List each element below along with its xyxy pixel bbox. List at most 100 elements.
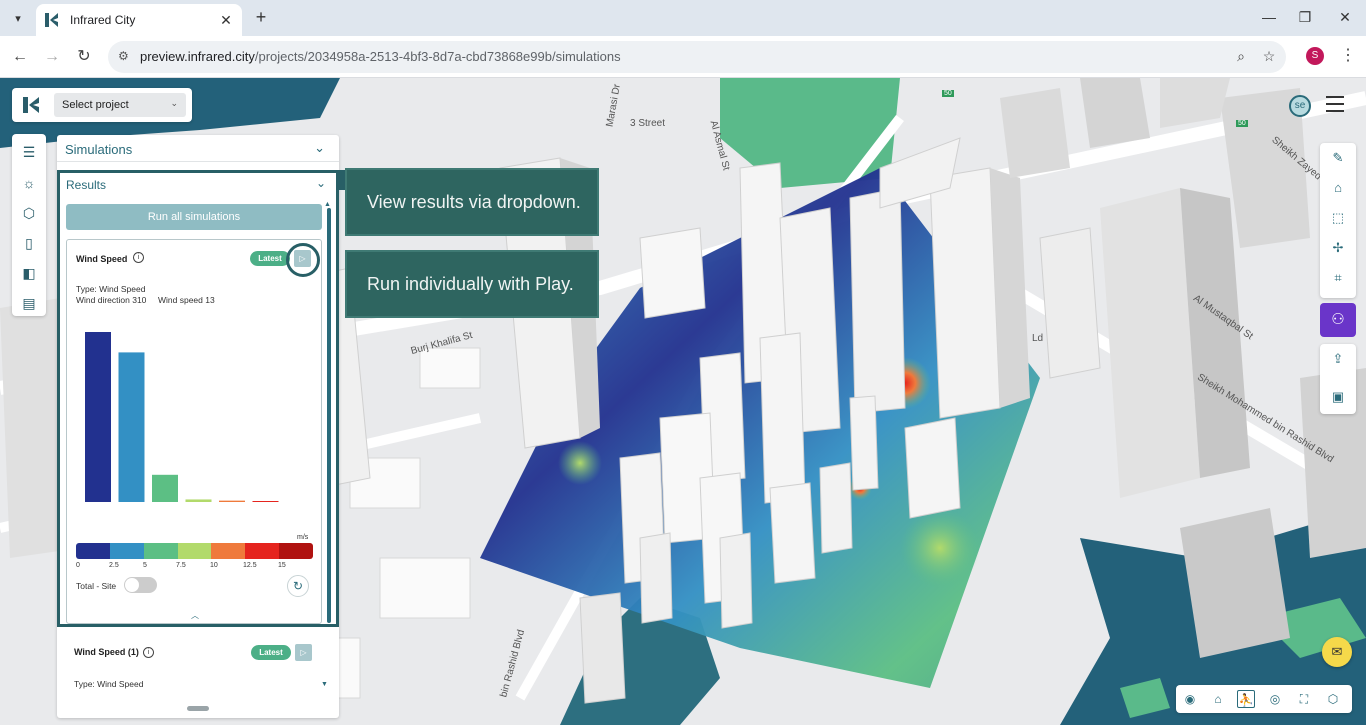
pedestrian-view-icon[interactable]: ⛹ <box>1237 690 1255 708</box>
info-icon[interactable]: i <box>143 647 154 658</box>
tab-strip: ▾ Infrared City ✕ + — ❐ ✕ <box>0 0 1366 36</box>
scan-icon[interactable]: ⌗ <box>1329 269 1347 287</box>
street-label: 3 Street <box>630 118 666 129</box>
road-shield: 50 <box>1236 120 1248 127</box>
colorbar-segment <box>76 543 110 559</box>
type-line: Type: Wind Speed <box>76 284 146 294</box>
chevron-down-icon[interactable]: ⌄ <box>316 176 326 190</box>
layers-icon[interactable]: ▯ <box>20 234 38 252</box>
chart-bar <box>118 352 145 502</box>
project-select-label: Select project <box>62 99 129 111</box>
infrared-logo-icon <box>45 13 58 27</box>
compass-icon[interactable]: ◉ <box>1181 690 1199 708</box>
url-text: preview.infrared.city/projects/2034958a-… <box>140 49 621 64</box>
legend-tick: 10 <box>210 562 218 569</box>
home-icon[interactable]: ⌂ <box>1209 690 1227 708</box>
play-highlight-ring <box>286 243 320 277</box>
chat-icon[interactable]: ✉ <box>1322 637 1352 667</box>
chart-bar <box>185 499 212 502</box>
restore-icon[interactable]: ❐ <box>1290 6 1320 28</box>
project-select[interactable]: Select project ⌄ <box>54 93 186 117</box>
scroll-up-icon[interactable]: ▲ <box>324 201 331 208</box>
bookmark-star-icon[interactable]: ☆ <box>1260 48 1278 66</box>
sliders-icon[interactable]: ☰ <box>20 143 38 161</box>
latest-badge: Latest <box>251 645 291 660</box>
tab-title: Infrared City <box>70 13 136 27</box>
report-icon[interactable]: ▤ <box>20 294 38 312</box>
road-shield: 50 <box>942 90 954 97</box>
scrollbar[interactable] <box>327 208 331 623</box>
wind-speed: Wind speed 13 <box>158 295 215 305</box>
reset-icon[interactable]: ↻ <box>287 575 309 597</box>
browser-menu-icon[interactable]: ⋮ <box>1340 45 1356 65</box>
compare-icon[interactable]: ◧ <box>20 264 38 282</box>
chevron-up-icon[interactable]: ︿ <box>191 610 199 621</box>
eye-icon[interactable]: ◎ <box>1266 690 1284 708</box>
forward-icon[interactable]: → <box>40 45 64 69</box>
chart-bar <box>152 474 178 502</box>
close-tab-icon[interactable]: ✕ <box>218 12 234 29</box>
type-line: Type: Wind Speed <box>74 679 144 689</box>
robot-assistant-icon[interactable]: ⚇ <box>1320 303 1356 337</box>
browser-toolbar: ← → ↻ ⚙ preview.infrared.city/projects/2… <box>0 36 1366 78</box>
toggle-label: Total - Site <box>76 581 117 591</box>
back-icon[interactable]: ← <box>8 45 32 69</box>
user-avatar[interactable]: se <box>1289 95 1311 117</box>
colorbar-segment <box>279 543 313 559</box>
colorbar-segment <box>143 543 178 559</box>
zoom-icon[interactable]: ⌕ <box>1232 48 1250 66</box>
reload-icon[interactable]: ↻ <box>72 45 96 69</box>
site-info-icon[interactable]: ⚙ <box>118 49 134 65</box>
callout-dropdown: View results via dropdown. <box>345 168 599 236</box>
results-section: Results ⌄ Run all simulations ▲ Wind Spe… <box>57 170 339 627</box>
legend-tick: 0 <box>76 562 80 569</box>
colorbar-segment <box>109 543 144 559</box>
left-tool-rail: ☰ ☼ ⬡ ▯ ◧ ▤ <box>12 134 46 316</box>
wind-direction: Wind direction 310 <box>76 295 147 305</box>
scroll-down-icon[interactable]: ▼ <box>321 681 328 688</box>
infrared-logo-icon[interactable] <box>22 96 40 114</box>
chart-bar <box>219 500 245 502</box>
chevron-down-icon: ⌄ <box>314 140 325 155</box>
card-title: Wind Speed <box>76 254 128 264</box>
location-user-icon[interactable]: ⌂ <box>1329 179 1347 197</box>
browser-tab[interactable]: Infrared City ✕ <box>36 4 242 36</box>
tool-icon[interactable]: ✢ <box>1329 239 1347 257</box>
info-icon[interactable]: i <box>133 252 144 263</box>
minimize-icon[interactable]: — <box>1254 6 1284 28</box>
toggle-knob <box>125 578 139 592</box>
colorbar-segment <box>177 543 212 559</box>
address-bar[interactable]: ⚙ preview.infrared.city/projects/2034958… <box>108 41 1286 73</box>
save-icon[interactable]: ▣ <box>1329 388 1347 406</box>
fit-view-icon[interactable]: ⛶ <box>1295 690 1313 708</box>
pencil-icon[interactable]: ✎ <box>1329 149 1347 167</box>
chart-bar <box>85 332 111 502</box>
cube-icon[interactable]: ⬡ <box>20 204 38 222</box>
sun-icon[interactable]: ☼ <box>20 174 38 192</box>
colorbar-segment <box>245 543 280 559</box>
legend-colorbar <box>76 543 313 559</box>
chart-bar <box>252 501 279 502</box>
simulations-header[interactable]: Simulations ⌄ <box>57 135 339 162</box>
results-title[interactable]: Results <box>66 178 106 192</box>
tab-search-icon[interactable]: ▾ <box>6 6 30 30</box>
project-bar: Select project ⌄ <box>12 88 192 122</box>
new-tab-icon[interactable]: + <box>250 6 272 28</box>
legend-tick: 5 <box>143 562 147 569</box>
legend-tick: 12.5 <box>243 562 257 569</box>
panel-resize-handle[interactable] <box>187 706 209 711</box>
cube-view-icon[interactable]: ⬡ <box>1324 690 1342 708</box>
simulations-panel: Simulations ⌄ Results ⌄ Run all simulati… <box>57 135 339 718</box>
unit-label: m/s <box>297 534 309 541</box>
close-window-icon[interactable]: ✕ <box>1330 6 1360 28</box>
menu-icon[interactable] <box>1326 96 1344 117</box>
play-icon[interactable]: ▷ <box>295 644 312 661</box>
street-label: Ld <box>1032 333 1044 344</box>
profile-avatar[interactable]: S <box>1306 47 1324 65</box>
run-all-simulations-button[interactable]: Run all simulations <box>66 204 322 230</box>
total-site-toggle[interactable] <box>124 577 157 593</box>
select-area-icon[interactable]: ⬚ <box>1329 209 1347 227</box>
upload-icon[interactable]: ⇪ <box>1329 350 1347 368</box>
latest-badge: Latest <box>250 251 290 266</box>
legend-tick: 2.5 <box>109 562 119 569</box>
